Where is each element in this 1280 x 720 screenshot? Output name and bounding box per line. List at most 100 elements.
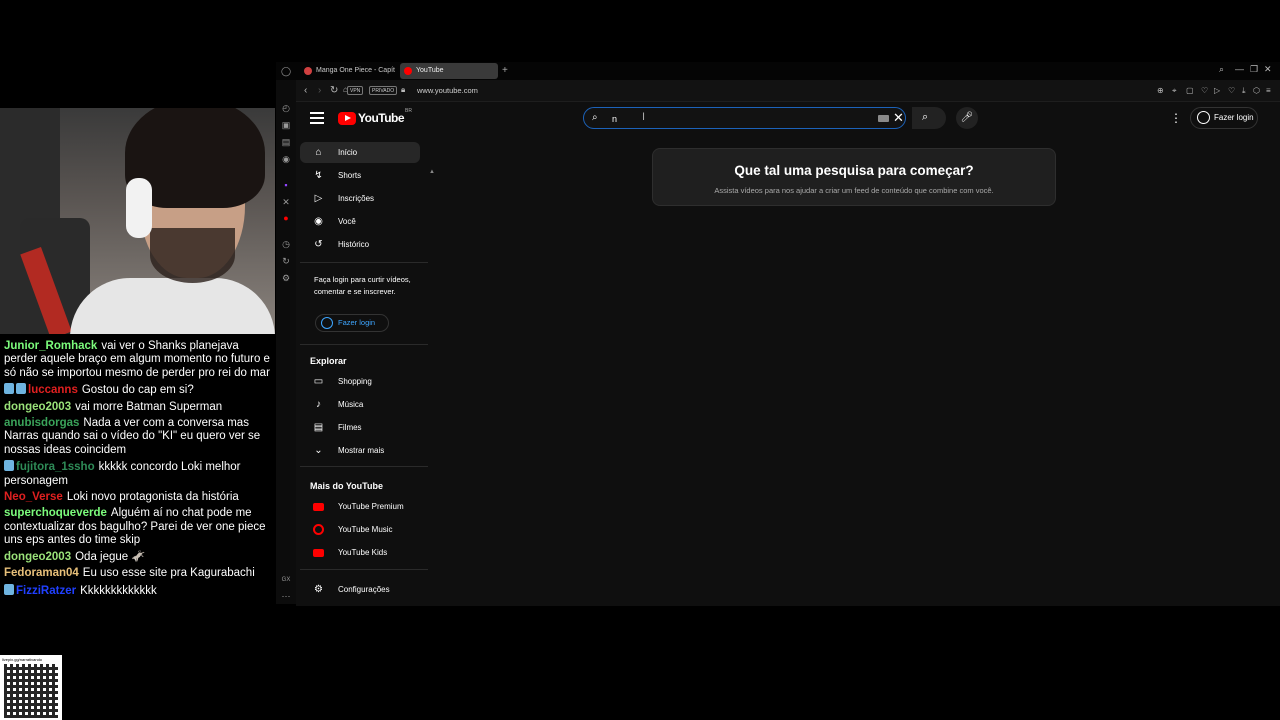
zoom-icon[interactable]: ⊕ (1157, 86, 1164, 95)
url-field[interactable]: www.youtube.com (417, 86, 478, 95)
chat-message: Junior_Romhack vai ver o Shanks planejava… (4, 340, 274, 380)
logo-text: YouTube (358, 111, 405, 125)
donation-qr-code: livepix.gg/narrativando (0, 655, 62, 720)
voice-search-button[interactable]: 🎤︎ (956, 107, 978, 129)
search-box[interactable]: ⌕ I ✕ (583, 107, 906, 129)
gx-icon[interactable]: GX (280, 574, 292, 586)
nav-item-youtube-kids[interactable]: YouTube Kids (300, 542, 420, 563)
explore-heading: Explorar (310, 356, 347, 366)
download-icon[interactable]: ⤓ (1242, 86, 1246, 96)
new-tab-button[interactable]: + (502, 65, 508, 76)
nav-item-shopping[interactable]: ▭ Shopping (300, 371, 420, 392)
youtube-page: YouTube BR ⌕ I ✕ ⌕ 🎤︎ ⋮ Fazer login ▲ (296, 102, 1280, 606)
bag-icon[interactable]: ▣ (280, 119, 292, 131)
chat-username[interactable]: FizziRatzer (16, 585, 76, 597)
nav-item-filmes[interactable]: ▤ Filmes (300, 417, 420, 438)
nav-item-inscricoes[interactable]: ▷ Inscrições (300, 188, 420, 209)
nav-label: Início (338, 148, 358, 157)
more-options-icon[interactable]: ⋮ (1170, 111, 1182, 125)
search-tabs-icon[interactable]: ⌕ (1219, 64, 1224, 75)
sign-in-button[interactable]: Fazer login (1190, 107, 1258, 129)
chat-username[interactable]: Fedoraman04 (4, 567, 79, 579)
scroll-up-icon[interactable]: ▲ (429, 169, 435, 175)
chat-username[interactable]: fujitora_1ssho (16, 461, 95, 473)
nav-item-shorts[interactable]: ↯ Shorts (300, 165, 420, 186)
chat-username[interactable]: dongeo2003 (4, 401, 71, 413)
stream-chat: Junior_Romhack vai ver o Shanks planejava… (0, 338, 278, 603)
account-icon (321, 317, 333, 329)
chat-username[interactable]: dongeo2003 (4, 551, 71, 563)
refresh-icon[interactable]: ↻ (280, 255, 292, 267)
tab-youtube[interactable]: YouTube (400, 63, 498, 79)
nav-item-historico[interactable]: ↺ Histórico (300, 234, 420, 255)
chat-message: Neo_Verse Loki novo protagonista da histó… (4, 491, 274, 504)
youtube-logo[interactable]: YouTube BR (338, 108, 412, 125)
tab-manga[interactable]: Manga One Piece - Capít (300, 63, 396, 79)
extensions-icon[interactable]: ⬡ (1253, 86, 1260, 95)
keyboard-icon[interactable] (878, 115, 889, 122)
clock-icon[interactable]: ◷ (280, 238, 292, 250)
nav-item-configuracoes[interactable]: ⚙ Configurações (300, 579, 420, 600)
youtube-icon[interactable]: ● (280, 212, 292, 224)
reload-button[interactable]: ↻ (330, 85, 338, 96)
nav-item-youtube-premium[interactable]: YouTube Premium (300, 496, 420, 517)
menu-icon[interactable]: ≡ (1266, 86, 1271, 95)
divider (300, 569, 428, 570)
more-dots-icon[interactable]: ⋯ (280, 590, 292, 602)
browser-logo-icon[interactable]: ◯ (280, 65, 292, 77)
snapshot-icon[interactable]: ▢ (1186, 86, 1194, 95)
chat-message: Fedoraman04 Eu uso esse site pra Kaguraba… (4, 567, 274, 580)
forward-button[interactable]: › (318, 85, 321, 96)
bookmark-icon[interactable]: ♡ (1201, 86, 1208, 95)
back-button[interactable]: ‹ (304, 85, 307, 96)
address-bar: ‹ › ↻ ⌂ VPN PRIVADO 🔒︎ www.youtube.com ⊕… (296, 80, 1280, 102)
divider (300, 466, 428, 467)
chat-text: Gostou do cap em si? (81, 384, 194, 397)
search-button[interactable]: ⌕ (912, 107, 946, 129)
pin-icon[interactable]: ⌖ (1172, 86, 1177, 96)
vpn-badge[interactable]: VPN (347, 86, 364, 95)
twitch-icon[interactable]: ▪ (280, 179, 292, 191)
chat-username[interactable]: superchoqueverde (4, 507, 107, 519)
screen: Junior_Romhack vai ver o Shanks planejava… (0, 0, 1280, 720)
search-input[interactable] (612, 112, 852, 125)
nav-label: Histórico (338, 240, 370, 249)
hamburger-menu-icon[interactable] (310, 112, 324, 124)
minimize-button[interactable]: — (1235, 64, 1244, 74)
history-clock-icon[interactable]: ◴ (280, 102, 292, 114)
nav-label: Shorts (338, 171, 362, 180)
qr-icon (4, 664, 58, 718)
nav-label: Inscrições (338, 194, 375, 203)
x-icon[interactable]: ✕ (280, 196, 292, 208)
messenger-icon[interactable]: ◉ (280, 153, 292, 165)
shopping-bag-icon: ▭ (313, 376, 324, 387)
prompt-subtitle: Assista vídeos para nos ajudar a criar u… (714, 186, 994, 195)
mic-icon: 🎤︎ (960, 112, 974, 123)
chat-username[interactable]: Junior_Romhack (4, 340, 97, 352)
nav-item-musica[interactable]: ♪ Música (300, 394, 420, 415)
play-icon[interactable]: ▷ (1214, 86, 1220, 95)
note-icon[interactable]: ▤ (280, 136, 292, 148)
chat-username[interactable]: anubisdorgas (4, 417, 79, 429)
heart-icon[interactable]: ♡ (1228, 86, 1235, 95)
close-window-button[interactable]: ✕ (1264, 64, 1272, 75)
gear-icon[interactable]: ⚙ (280, 272, 292, 284)
restore-button[interactable]: ❐ (1250, 64, 1258, 75)
chat-username[interactable]: Neo_Verse (4, 491, 63, 503)
nav-item-mostrar-mais[interactable]: ⌄ Mostrar mais (300, 440, 420, 461)
chat-username[interactable]: luccanns (28, 384, 78, 396)
nav-item-youtube-music[interactable]: YouTube Music (300, 519, 420, 540)
search-icon: ⌕ (922, 111, 929, 123)
left-navigation: ▲ ⌂ Início ↯ Shorts ▷ Inscrições ◉ Você (296, 138, 435, 606)
nav-label: Mostrar mais (338, 446, 385, 455)
you-icon: ◉ (314, 216, 323, 227)
lock-icon[interactable]: 🔒︎ (401, 85, 405, 95)
more-youtube-heading: Mais do YouTube (310, 481, 384, 491)
account-icon (1197, 111, 1210, 124)
nav-item-inicio[interactable]: ⌂ Início (300, 142, 420, 163)
tab-label: Manga One Piece - Capít (316, 67, 395, 74)
chat-message: dongeo2003 Oda jegue 🫏 (4, 551, 274, 564)
nav-item-voce[interactable]: ◉ Você (300, 211, 420, 232)
sidebar-sign-in-button[interactable]: Fazer login (315, 314, 389, 332)
clear-search-button[interactable]: ✕ (893, 110, 904, 126)
